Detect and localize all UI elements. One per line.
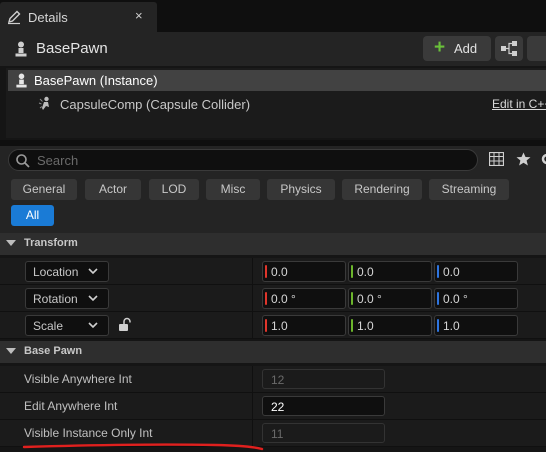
field-value: 0.0 ° [357,292,382,306]
field-value: 0.0 [357,265,374,279]
tree-item-label: BasePawn (Instance) [34,73,158,88]
category-actor[interactable]: Actor [85,179,141,200]
category-physics[interactable]: Physics [267,179,335,200]
search-icon [15,153,31,172]
category-all[interactable]: All [11,205,54,226]
blueprint-button[interactable] [495,36,523,61]
edit-anywhere-int-field[interactable]: 22 [262,396,385,416]
star-icon[interactable] [516,152,531,169]
field-value: 11 [271,427,284,441]
property-row-rotation: Rotation 0.0 ° 0.0 ° 0.0 ° [0,285,546,312]
property-row-visible-anywhere-int: Visible Anywhere Int 12 [0,366,546,393]
chevron-down-icon [88,295,98,302]
pawn-icon [14,41,28,60]
property-row-scale: Scale 1.0 1.0 1.0 [0,312,546,339]
scale-x-field[interactable]: 1.0 [262,315,346,336]
axis-y-marker [351,265,353,278]
more-options-button[interactable] [527,36,546,61]
chevron-down-icon [6,348,16,354]
property-label: Visible Anywhere Int [24,372,132,386]
search-input[interactable]: Search [8,149,478,171]
location-y-field[interactable]: 0.0 [348,261,432,282]
property-label: Edit Anywhere Int [24,399,118,413]
property-label-cell: Scale [0,312,253,338]
property-label-cell: Location [0,258,253,284]
capsule-component-icon [38,96,54,115]
category-general[interactable]: General [11,179,77,200]
gear-icon[interactable] [540,152,546,169]
actor-header: BasePawn + Add [0,32,546,66]
section-title: Base Pawn [24,345,83,357]
search-placeholder: Search [37,153,79,168]
add-component-button[interactable]: + Add [423,36,491,61]
category-rendering[interactable]: Rendering [342,179,422,200]
blueprint-hierarchy-icon [501,41,517,56]
scale-mode-dropdown[interactable]: Scale [25,315,109,336]
category-lod[interactable]: LOD [149,179,199,200]
component-tree: BasePawn (Instance) CapsuleComp (Capsule… [6,68,546,138]
rotation-x-field[interactable]: 0.0 ° [262,288,346,309]
section-base-pawn-header[interactable]: Base Pawn [0,341,546,363]
property-label: Visible Instance Only Int [24,426,153,440]
actor-name: BasePawn [36,40,108,57]
axis-y-marker [351,292,353,305]
location-x-field[interactable]: 0.0 [262,261,346,282]
axis-y-marker [351,319,353,332]
chevron-down-icon [88,268,98,275]
add-label: Add [454,41,478,56]
property-row-location: Location 0.0 0.0 0.0 [0,258,546,285]
rotation-z-field[interactable]: 0.0 ° [434,288,518,309]
axis-z-marker [437,292,439,305]
filter-area: Search General Actor LOD Misc Physics Re… [0,146,546,234]
tab-title: Details [28,10,68,25]
category-misc[interactable]: Misc [206,179,260,200]
tab-bar: Details × [0,0,546,32]
tab-details[interactable]: Details × [0,2,157,32]
scale-y-field[interactable]: 1.0 [348,315,432,336]
chevron-down-icon [6,240,16,246]
tree-item-label: CapsuleComp (Capsule Collider) [60,97,251,112]
field-value: 1.0 [357,319,374,333]
field-value: 12 [271,373,285,387]
unlock-icon[interactable] [118,317,132,335]
dropdown-label: Rotation [33,292,78,306]
field-value: 0.0 ° [271,292,296,306]
property-label-cell: Rotation [0,285,253,311]
field-value: 0.0 [271,265,288,279]
dropdown-label: Location [33,265,79,279]
property-row-visible-instance-only-int: Visible Instance Only Int 11 [0,420,546,447]
property-row-edit-anywhere-int: Edit Anywhere Int 22 [0,393,546,420]
tree-item-capsule[interactable]: CapsuleComp (Capsule Collider) Edit in C… [8,94,546,115]
axis-x-marker [265,292,267,305]
table-view-icon[interactable] [488,151,505,169]
pawn-icon [15,73,28,91]
rotation-mode-dropdown[interactable]: Rotation [25,288,109,309]
visible-anywhere-int-field: 12 [262,369,385,389]
field-value: 22 [271,400,285,414]
location-z-field[interactable]: 0.0 [434,261,518,282]
axis-z-marker [437,265,439,278]
section-title: Transform [24,237,78,249]
close-icon[interactable]: × [135,8,143,23]
axis-z-marker [437,319,439,332]
plus-icon: + [434,37,446,58]
visible-instance-only-int-field: 11 [262,423,385,443]
scale-z-field[interactable]: 1.0 [434,315,518,336]
pencil-icon [6,9,22,28]
location-mode-dropdown[interactable]: Location [25,261,109,282]
axis-x-marker [265,319,267,332]
axis-x-marker [265,265,267,278]
dropdown-label: Scale [33,319,64,333]
rotation-y-field[interactable]: 0.0 ° [348,288,432,309]
chevron-down-icon [88,322,98,329]
category-streaming[interactable]: Streaming [429,179,509,200]
field-value: 1.0 [443,319,460,333]
field-value: 0.0 ° [443,292,468,306]
tree-item-instance[interactable]: BasePawn (Instance) [8,70,546,91]
field-value: 1.0 [271,319,288,333]
edit-in-cpp-link[interactable]: Edit in C++ [492,97,546,111]
section-transform-header[interactable]: Transform [0,233,546,255]
field-value: 0.0 [443,265,460,279]
